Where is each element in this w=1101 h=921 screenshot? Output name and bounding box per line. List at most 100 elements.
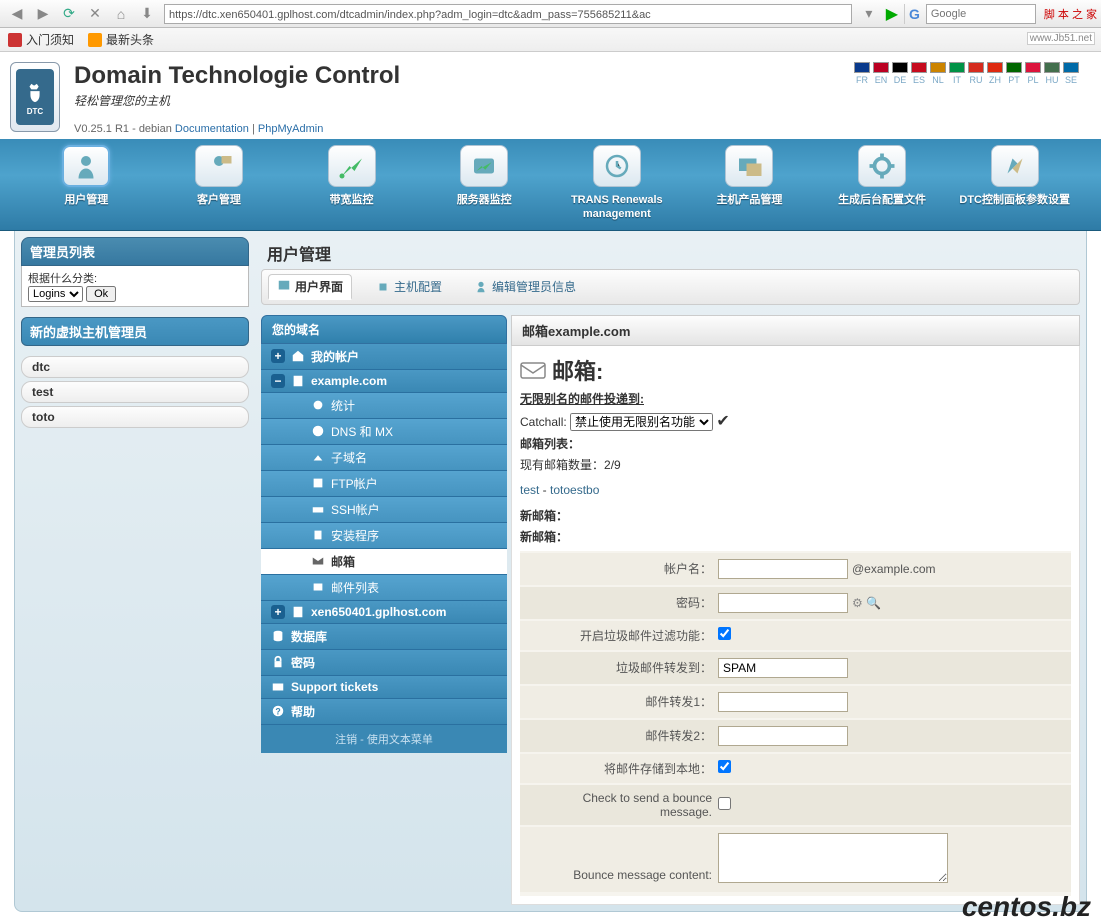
bounce-textarea[interactable] — [718, 833, 948, 883]
bounce-checkbox[interactable] — [718, 797, 731, 810]
bookmarks-bar: 入门须知 最新头条 — [0, 28, 1101, 52]
gear-icon[interactable]: ⚙ — [852, 596, 866, 610]
tab[interactable]: 主机配置 — [368, 274, 450, 300]
flag-zh[interactable] — [987, 62, 1003, 73]
fwd1-input[interactable] — [718, 692, 848, 712]
nav-item[interactable]: TRANS Renewals management — [551, 145, 684, 222]
tab[interactable]: 编辑管理员信息 — [466, 274, 584, 300]
admin-list-header: 管理员列表 — [21, 237, 249, 266]
flag-label[interactable]: EN — [873, 75, 889, 85]
flag-hu[interactable] — [1044, 62, 1060, 73]
storelocal-checkbox[interactable] — [718, 760, 731, 773]
check-icon[interactable]: ✔ — [716, 413, 729, 430]
flag-it[interactable] — [949, 62, 965, 73]
tree-subitem[interactable]: 统计 — [261, 393, 507, 419]
tree-password[interactable]: 密码 — [261, 650, 507, 676]
tree-subitem[interactable]: FTP帐户 — [261, 471, 507, 497]
bookmark-item[interactable]: 最新头条 — [88, 31, 154, 48]
nav-item[interactable]: 用户管理 — [20, 145, 153, 222]
flag-fr[interactable] — [854, 62, 870, 73]
admin-list-item[interactable]: toto — [21, 406, 249, 428]
tree-support[interactable]: Support tickets — [261, 676, 507, 699]
flag-label[interactable]: IT — [949, 75, 965, 85]
flag-pt[interactable] — [1006, 62, 1022, 73]
flag-se[interactable] — [1063, 62, 1079, 73]
admin-list-item[interactable]: test — [21, 381, 249, 403]
tree-my-account[interactable]: + 我的帐户 — [261, 344, 507, 370]
nav-item[interactable]: 生成后台配置文件 — [816, 145, 949, 222]
collapse-icon[interactable]: − — [271, 374, 285, 388]
flag-label[interactable]: SE — [1063, 75, 1079, 85]
form-label-spamfilter: 开启垃圾邮件过滤功能： — [528, 627, 718, 644]
documentation-link[interactable]: Documentation — [175, 123, 249, 135]
reload-icon[interactable]: ⟳ — [58, 3, 80, 25]
tree-subitem[interactable]: SSH帐户 — [261, 497, 507, 523]
tree-domain-closed[interactable]: + xen650401.gplhost.com — [261, 601, 507, 624]
tree-subitem[interactable]: 安装程序 — [261, 523, 507, 549]
mailbox-form: 帐户名：@example.com 密码：⚙🔍 开启垃圾邮件过滤功能： 垃圾邮件转… — [520, 551, 1071, 896]
tab[interactable]: 用户界面 — [268, 274, 352, 300]
expand-icon[interactable]: + — [271, 349, 285, 363]
tree-subitem[interactable]: 邮箱 — [261, 549, 507, 575]
tree-subitem[interactable]: 邮件列表 — [261, 575, 507, 601]
tab-icon — [277, 279, 291, 293]
phpmyadmin-link[interactable]: PhpMyAdmin — [258, 123, 323, 135]
flag-label[interactable]: PL — [1025, 75, 1041, 85]
flag-label[interactable]: DE — [892, 75, 908, 85]
tree-domain-open[interactable]: − example.com — [261, 370, 507, 393]
search-engine-icon[interactable]: G — [909, 6, 920, 22]
spamfilter-checkbox[interactable] — [718, 627, 731, 640]
tree-subitem[interactable]: 子域名 — [261, 445, 507, 471]
flag-label[interactable]: RU — [968, 75, 984, 85]
mailbox-link[interactable]: test — [520, 483, 539, 497]
flag-en[interactable] — [873, 62, 889, 73]
back-icon[interactable]: ◀ — [6, 3, 28, 25]
group-by-select[interactable]: Logins — [28, 286, 83, 302]
flag-nl[interactable] — [930, 62, 946, 73]
flag-label[interactable]: HU — [1044, 75, 1060, 85]
home-icon[interactable]: ⌂ — [110, 3, 132, 25]
tree-help[interactable]: ?帮助 — [261, 699, 507, 725]
flag-label[interactable]: PT — [1006, 75, 1022, 85]
go-icon[interactable]: ▶ — [882, 4, 902, 24]
flag-de[interactable] — [892, 62, 908, 73]
tree-item-icon — [311, 580, 325, 594]
app-title: Domain Technologie Control — [74, 62, 854, 90]
forward-icon[interactable]: ▶ — [32, 3, 54, 25]
fwd2-input[interactable] — [718, 726, 848, 746]
flag-es[interactable] — [911, 62, 927, 73]
bookmark-item[interactable]: 入门须知 — [8, 31, 74, 48]
search-icon[interactable]: 🔍 — [866, 596, 880, 610]
password-input[interactable] — [718, 593, 848, 613]
new-vhost-admin-header[interactable]: 新的虚拟主机管理员 — [21, 317, 249, 346]
expand-icon[interactable]: + — [271, 605, 285, 619]
spamfwd-input[interactable] — [718, 658, 848, 678]
catchall-select[interactable]: 禁止使用无限别名功能 — [570, 413, 713, 431]
nav-item[interactable]: DTC控制面板参数设置 — [948, 145, 1081, 222]
flag-label[interactable]: NL — [930, 75, 946, 85]
tree-database[interactable]: 数据库 — [261, 624, 507, 650]
mailbox-link[interactable]: totoestbo — [550, 483, 599, 497]
dropdown-icon[interactable]: ▾ — [858, 3, 880, 25]
nav-item[interactable]: 主机产品管理 — [683, 145, 816, 222]
nav-item[interactable]: 服务器监控 — [418, 145, 551, 222]
flag-pl[interactable] — [1025, 62, 1041, 73]
flag-label[interactable]: FR — [854, 75, 870, 85]
nav-item[interactable]: 客户管理 — [153, 145, 286, 222]
mailbox-count-value: 2/9 — [604, 458, 621, 472]
nav-item[interactable]: 带宽监控 — [285, 145, 418, 222]
account-suffix: @example.com — [852, 562, 936, 576]
flag-ru[interactable] — [968, 62, 984, 73]
url-bar[interactable]: https://dtc.xen650401.gplhost.com/dtcadm… — [164, 4, 852, 24]
account-input[interactable] — [718, 559, 848, 579]
nav-icon — [62, 145, 110, 187]
flag-label[interactable]: ZH — [987, 75, 1003, 85]
tree-subitem[interactable]: DNS 和 MX — [261, 419, 507, 445]
admin-list-item[interactable]: dtc — [21, 356, 249, 378]
ok-button[interactable]: Ok — [86, 286, 116, 302]
stop-icon[interactable]: ✕ — [84, 3, 106, 25]
tree-logout[interactable]: 注销 - 使用文本菜单 — [261, 725, 507, 753]
search-input[interactable] — [926, 4, 1036, 24]
download-icon[interactable]: ⬇ — [136, 3, 158, 25]
flag-label[interactable]: ES — [911, 75, 927, 85]
